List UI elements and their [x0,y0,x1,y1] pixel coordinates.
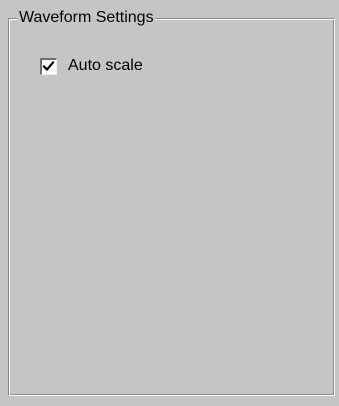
waveform-settings-title: Waveform Settings [17,8,156,28]
auto-scale-checkbox-row[interactable]: Auto scale [40,55,143,77]
auto-scale-label: Auto scale [68,57,143,74]
auto-scale-checkbox[interactable] [40,57,57,75]
checkmark-icon [42,60,55,71]
